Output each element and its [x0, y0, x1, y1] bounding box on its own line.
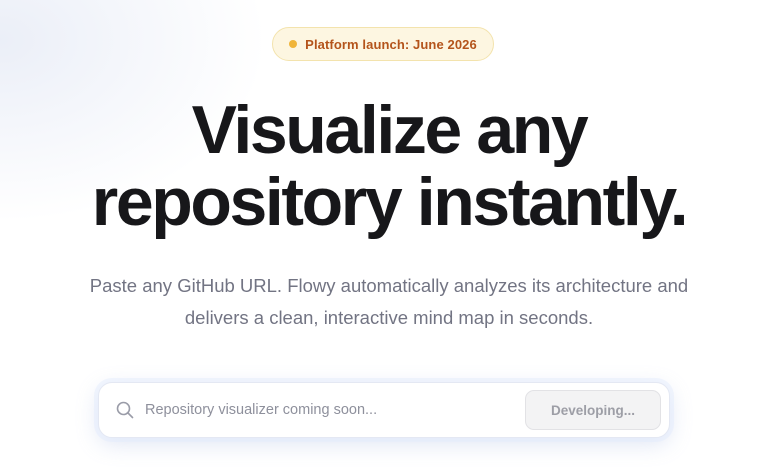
launch-badge-text: Platform launch: June 2026	[305, 36, 477, 52]
developing-button[interactable]: Developing...	[525, 390, 661, 430]
status-dot	[289, 40, 298, 48]
page-title-line-2: repository instantly.	[91, 164, 689, 240]
launch-badge: Platform launch: June 2026	[272, 27, 494, 61]
repository-search-bar: Developing...	[98, 382, 670, 438]
page-title-line-1: Visualize any	[191, 92, 589, 168]
search-icon	[116, 401, 134, 419]
page-title: Visualize any repository instantly.	[0, 94, 778, 238]
repository-url-input[interactable]	[145, 390, 525, 430]
page-subtitle: Paste any GitHub URL. Flowy automaticall…	[0, 270, 778, 334]
page-subtitle-line-2: delivers a clean, interactive mind map i…	[184, 307, 594, 328]
landing-page: Platform launch: June 2026 Visualize any…	[0, 0, 778, 476]
page-subtitle-line-1: Paste any GitHub URL. Flowy automaticall…	[89, 275, 689, 296]
